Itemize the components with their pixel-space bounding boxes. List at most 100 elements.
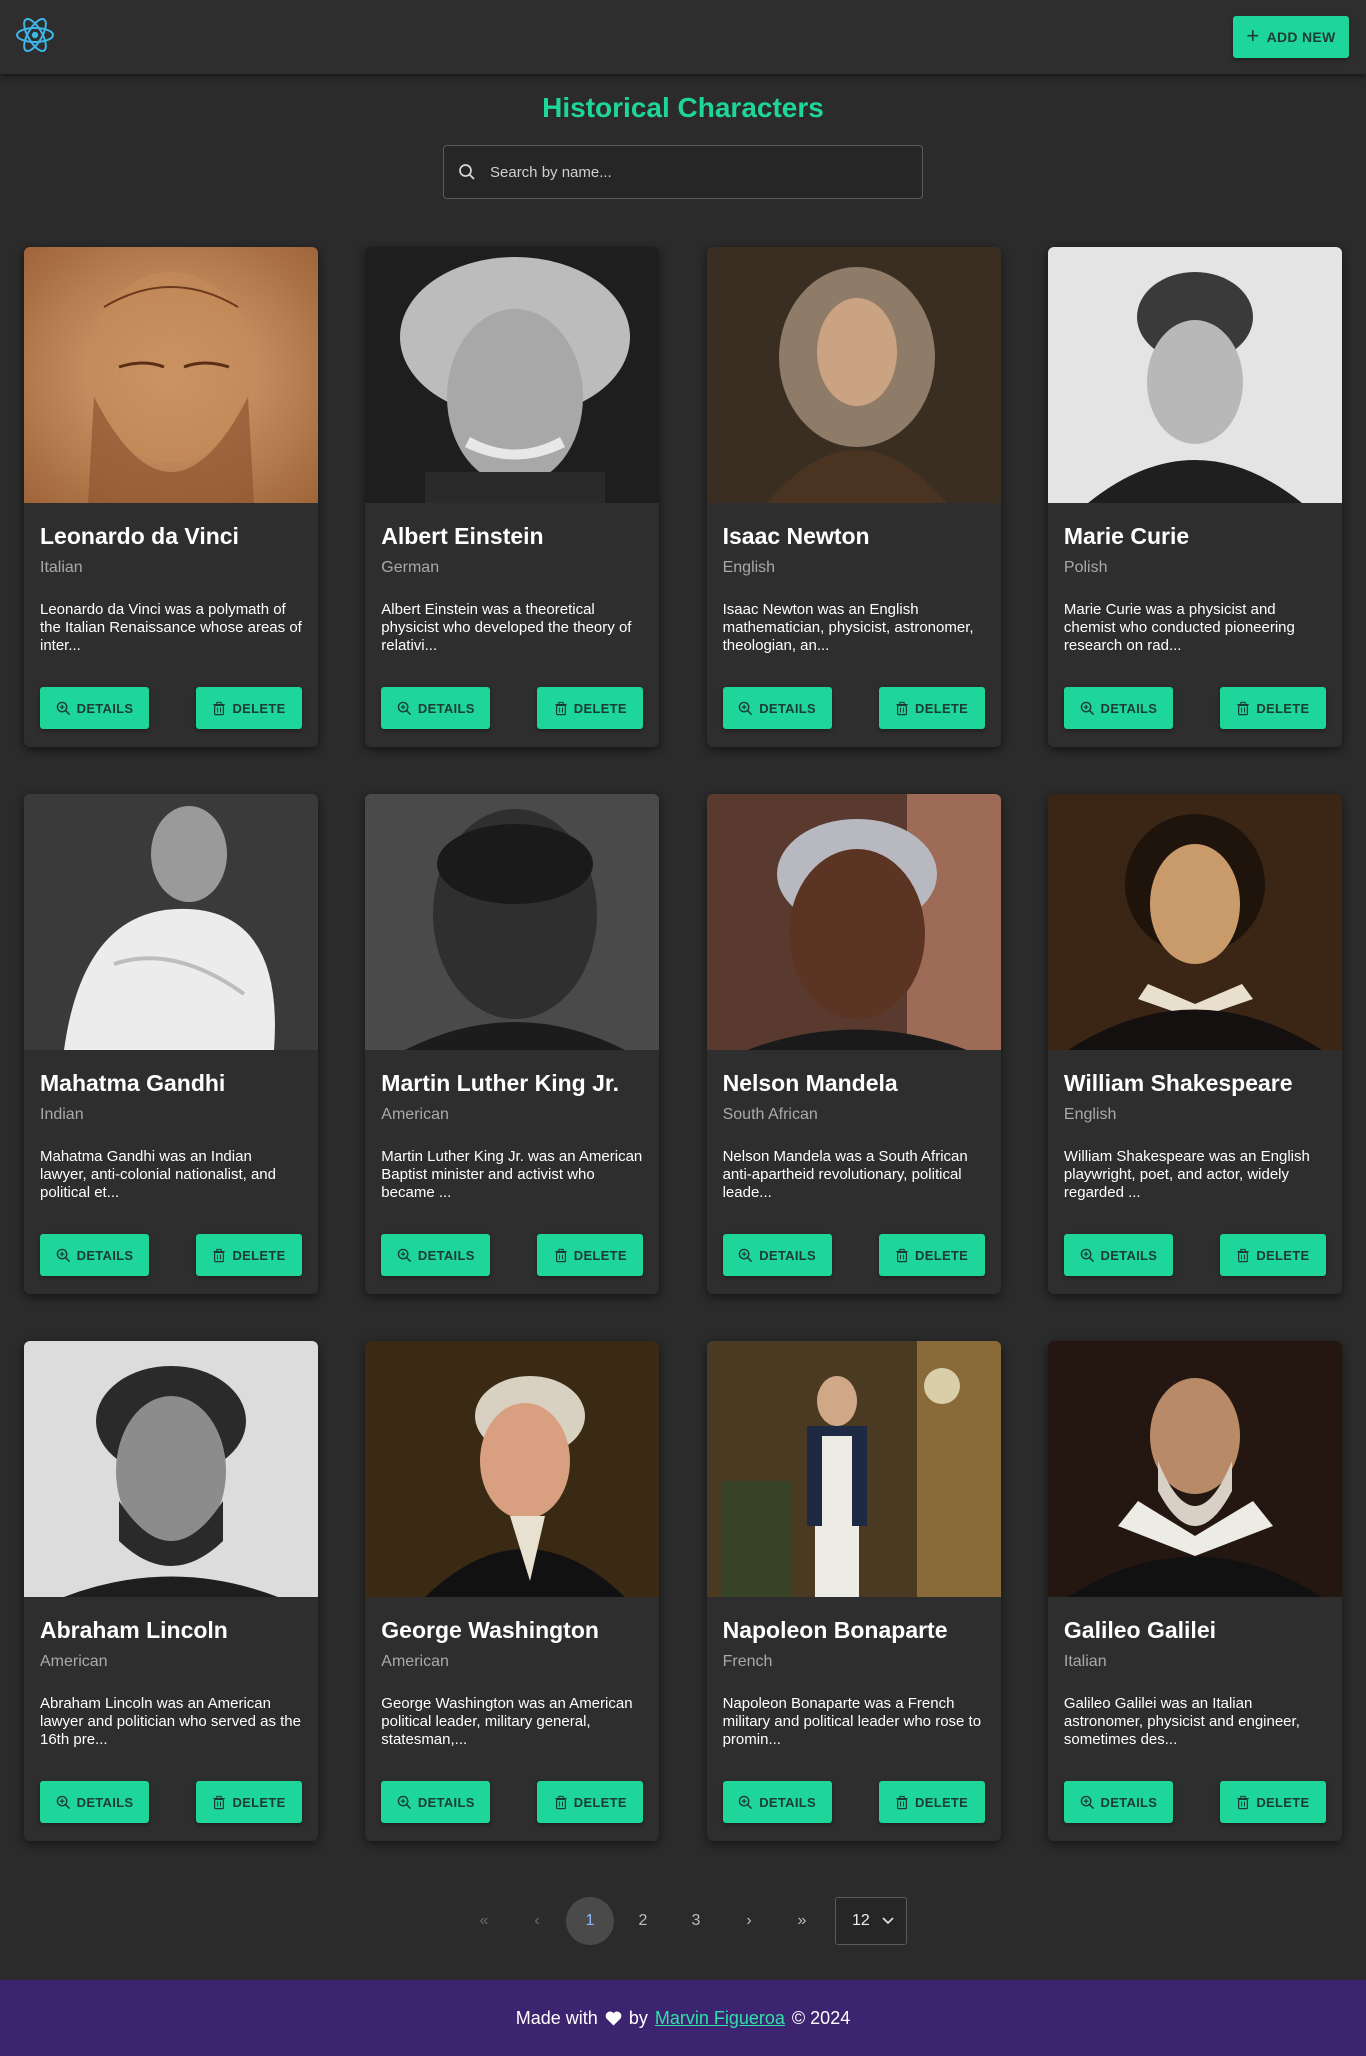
- next-page-button[interactable]: ›: [725, 1897, 773, 1945]
- zoom-in-icon: [1080, 1248, 1095, 1263]
- zoom-in-icon: [397, 701, 412, 716]
- heart-icon: [605, 2011, 622, 2025]
- trash-icon: [212, 1795, 226, 1810]
- details-button[interactable]: DETAILS: [722, 1781, 832, 1823]
- search-box[interactable]: [443, 145, 923, 199]
- details-button[interactable]: DETAILS: [722, 687, 832, 729]
- portrait-image[interactable]: [1047, 1341, 1342, 1597]
- portrait-image[interactable]: [1047, 247, 1342, 503]
- details-button[interactable]: DETAILS: [40, 687, 149, 729]
- previous-page-button[interactable]: ‹: [513, 1897, 561, 1945]
- add-new-button[interactable]: + ADD NEW: [1233, 16, 1349, 58]
- delete-label: DELETE: [573, 1247, 627, 1263]
- delete-button[interactable]: DELETE: [1219, 687, 1326, 729]
- delete-label: DELETE: [915, 700, 969, 716]
- delete-button[interactable]: DELETE: [1219, 1781, 1326, 1823]
- portrait-image[interactable]: [24, 794, 318, 1050]
- character-bio: George Washington was an American politi…: [381, 1695, 633, 1748]
- search-input[interactable]: [490, 163, 890, 181]
- details-label: DETAILS: [76, 1794, 134, 1810]
- last-page-button[interactable]: »: [778, 1897, 826, 1945]
- portrait-image[interactable]: [706, 794, 1001, 1050]
- items-per-page-select[interactable]: 12: [835, 1897, 907, 1945]
- footer: Made with by Marvin Figueroa © 2024: [0, 1980, 1366, 2056]
- plus-icon: +: [1246, 23, 1260, 48]
- page-title: Historical Characters: [542, 92, 824, 123]
- details-label: DETAILS: [759, 700, 816, 716]
- add-new-label: ADD NEW: [1266, 29, 1336, 45]
- portrait-image[interactable]: [24, 1341, 318, 1597]
- details-button[interactable]: DETAILS: [381, 1781, 491, 1823]
- delete-button[interactable]: DELETE: [537, 1781, 644, 1823]
- delete-button[interactable]: DELETE: [878, 687, 985, 729]
- character-name: Leonardo da Vinci: [40, 523, 239, 549]
- character-name: Nelson Mandela: [722, 1070, 898, 1096]
- page-button-3[interactable]: 3: [672, 1897, 720, 1945]
- portrait-image[interactable]: [365, 794, 660, 1050]
- trash-icon: [554, 701, 568, 716]
- character-bio: Isaac Newton was an English mathematicia…: [722, 601, 974, 654]
- details-button[interactable]: DETAILS: [381, 1234, 491, 1276]
- delete-button[interactable]: DELETE: [878, 1234, 985, 1276]
- delete-button[interactable]: DELETE: [878, 1781, 985, 1823]
- delete-button[interactable]: DELETE: [1219, 1234, 1326, 1276]
- character-card: Martin Luther King Jr. American Martin L…: [365, 794, 660, 1294]
- trash-icon: [895, 1248, 909, 1263]
- zoom-in-icon: [56, 1795, 71, 1810]
- delete-button[interactable]: DELETE: [196, 687, 302, 729]
- delete-button[interactable]: DELETE: [196, 1234, 302, 1276]
- details-label: DETAILS: [1100, 1794, 1158, 1810]
- character-card: Nelson Mandela South African Nelson Mand…: [706, 794, 1001, 1294]
- character-bio: Galileo Galilei was an Italian astronome…: [1063, 1695, 1300, 1748]
- page-button-2[interactable]: 2: [619, 1897, 667, 1945]
- trash-icon: [895, 701, 909, 716]
- character-nationality: Indian: [40, 1106, 84, 1123]
- character-nationality: American: [381, 1653, 449, 1670]
- author-link[interactable]: Marvin Figueroa: [655, 2008, 785, 2029]
- delete-button[interactable]: DELETE: [196, 1781, 302, 1823]
- character-nationality: Polish: [1063, 559, 1108, 576]
- details-label: DETAILS: [417, 700, 475, 716]
- portrait-image[interactable]: [365, 247, 660, 503]
- details-button[interactable]: DETAILS: [40, 1234, 149, 1276]
- details-button[interactable]: DETAILS: [1063, 1234, 1173, 1276]
- character-card: William Shakespeare English William Shak…: [1047, 794, 1342, 1294]
- details-button[interactable]: DETAILS: [381, 687, 491, 729]
- details-button[interactable]: DETAILS: [40, 1781, 149, 1823]
- trash-icon: [212, 1248, 226, 1263]
- zoom-in-icon: [397, 1248, 412, 1263]
- page-button-1[interactable]: 1: [566, 1897, 614, 1945]
- delete-label: DELETE: [573, 700, 627, 716]
- character-bio: Martin Luther King Jr. was an American B…: [381, 1148, 643, 1201]
- character-name: Galileo Galilei: [1063, 1617, 1217, 1643]
- delete-label: DELETE: [232, 700, 286, 716]
- details-button[interactable]: DETAILS: [722, 1234, 832, 1276]
- react-logo-icon[interactable]: [14, 16, 56, 54]
- character-bio: Nelson Mandela was a South African anti-…: [722, 1148, 968, 1201]
- character-bio: Marie Curie was a physicist and chemist …: [1063, 601, 1295, 654]
- character-name: Napoleon Bonaparte: [722, 1617, 948, 1643]
- portrait-image[interactable]: [706, 1341, 1001, 1597]
- zoom-in-icon: [1080, 1795, 1095, 1810]
- footer-made-with: Made with: [515, 2007, 598, 2028]
- details-button[interactable]: DETAILS: [1063, 1781, 1173, 1823]
- details-button[interactable]: DETAILS: [1063, 687, 1173, 729]
- delete-label: DELETE: [1256, 1247, 1310, 1263]
- delete-label: DELETE: [573, 1794, 627, 1810]
- character-nationality: German: [381, 559, 440, 576]
- character-name: Albert Einstein: [381, 523, 544, 549]
- top-app-bar: + ADD NEW: [0, 0, 1366, 74]
- character-name: William Shakespeare: [1063, 1070, 1293, 1096]
- portrait-image[interactable]: [365, 1341, 660, 1597]
- portrait-image[interactable]: [1047, 794, 1342, 1050]
- portrait-image[interactable]: [706, 247, 1001, 503]
- portrait-image[interactable]: [24, 247, 318, 503]
- footer-copyright: © 2024: [791, 2007, 851, 2028]
- details-label: DETAILS: [759, 1247, 816, 1263]
- delete-button[interactable]: DELETE: [537, 1234, 644, 1276]
- trash-icon: [212, 701, 226, 716]
- first-page-button[interactable]: «: [460, 1897, 508, 1945]
- delete-button[interactable]: DELETE: [537, 687, 644, 729]
- character-nationality: American: [381, 1106, 449, 1123]
- character-name: Marie Curie: [1063, 523, 1190, 549]
